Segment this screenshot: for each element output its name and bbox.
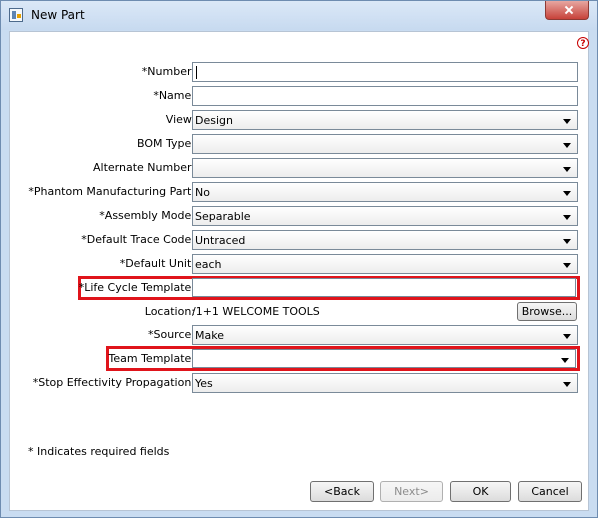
new-part-dialog: New Part ? *Number: *Name: View: Design: [0, 0, 598, 518]
default-unit-select[interactable]: each: [192, 254, 578, 274]
chevron-down-icon: [563, 215, 571, 220]
chevron-down-icon: [563, 334, 571, 339]
form-panel: ? *Number: *Name: View: Design BOM Type:…: [9, 31, 589, 511]
row-number: *Number:: [10, 62, 590, 82]
team-template-label: Team Template:: [108, 352, 195, 365]
row-team-template: Team Template:: [10, 349, 590, 369]
required-fields-note: * Indicates required fields: [28, 445, 170, 458]
chevron-down-icon: [563, 239, 571, 244]
row-trace-code: *Default Trace Code: Untraced: [10, 230, 590, 250]
chevron-down-icon: [563, 382, 571, 387]
chevron-down-icon: [561, 358, 569, 363]
team-template-select[interactable]: [192, 349, 576, 368]
phantom-label: *Phantom Manufacturing Part:: [28, 185, 195, 198]
row-view: View: Design: [10, 110, 590, 130]
number-input[interactable]: [192, 62, 578, 82]
ok-button[interactable]: OK: [450, 481, 511, 502]
back-button[interactable]: <Back: [310, 481, 374, 502]
app-icon: [9, 8, 23, 22]
close-button[interactable]: [545, 1, 589, 20]
window-title: New Part: [31, 8, 85, 22]
phantom-select[interactable]: No: [192, 182, 578, 202]
stop-effectivity-select[interactable]: Yes: [192, 373, 578, 393]
chevron-down-icon: [563, 143, 571, 148]
location-label: Location:: [144, 305, 195, 318]
chevron-down-icon: [563, 191, 571, 196]
row-lifecycle: *Life Cycle Template:: [10, 278, 590, 298]
view-label: View:: [165, 113, 195, 126]
bom-type-select[interactable]: [192, 134, 578, 154]
source-label: *Source:: [148, 328, 195, 341]
row-alternate-number: Alternate Number:: [10, 158, 590, 178]
help-icon[interactable]: ?: [577, 37, 589, 49]
next-button[interactable]: Next>: [380, 481, 443, 502]
alternate-number-label: Alternate Number:: [93, 161, 195, 174]
row-source: *Source: Make: [10, 325, 590, 345]
cancel-button[interactable]: Cancel: [518, 481, 582, 502]
browse-button[interactable]: Browse...: [517, 302, 577, 321]
row-name: *Name:: [10, 86, 590, 106]
trace-code-label: *Default Trace Code:: [81, 233, 195, 246]
lifecycle-input[interactable]: [192, 278, 576, 297]
assembly-mode-select[interactable]: Separable: [192, 206, 578, 226]
lifecycle-label: *Life Cycle Template:: [78, 281, 195, 294]
name-label: *Name:: [153, 89, 195, 102]
row-phantom: *Phantom Manufacturing Part: No: [10, 182, 590, 202]
stop-effectivity-label: *Stop Effectivity Propagation:: [32, 376, 195, 389]
title-bar: New Part: [1, 1, 597, 30]
view-select[interactable]: Design: [192, 110, 578, 130]
row-stop-effectivity: *Stop Effectivity Propagation: Yes: [10, 373, 590, 393]
name-input[interactable]: [192, 86, 578, 106]
chevron-down-icon: [563, 119, 571, 124]
row-bom-type: BOM Type:: [10, 134, 590, 154]
chevron-down-icon: [563, 167, 571, 172]
row-default-unit: *Default Unit: each: [10, 254, 590, 274]
text-cursor: [196, 66, 197, 79]
source-select[interactable]: Make: [192, 325, 578, 345]
location-value: /1+1 WELCOME TOOLS: [192, 305, 320, 318]
number-label: *Number:: [141, 65, 195, 78]
row-assembly-mode: *Assembly Mode: Separable: [10, 206, 590, 226]
row-location: Location: /1+1 WELCOME TOOLS Browse...: [10, 302, 590, 322]
trace-code-select[interactable]: Untraced: [192, 230, 578, 250]
alternate-number-select[interactable]: [192, 158, 578, 178]
bom-type-label: BOM Type:: [137, 137, 195, 150]
assembly-mode-label: *Assembly Mode:: [99, 209, 195, 222]
default-unit-label: *Default Unit:: [119, 257, 195, 270]
chevron-down-icon: [563, 263, 571, 268]
